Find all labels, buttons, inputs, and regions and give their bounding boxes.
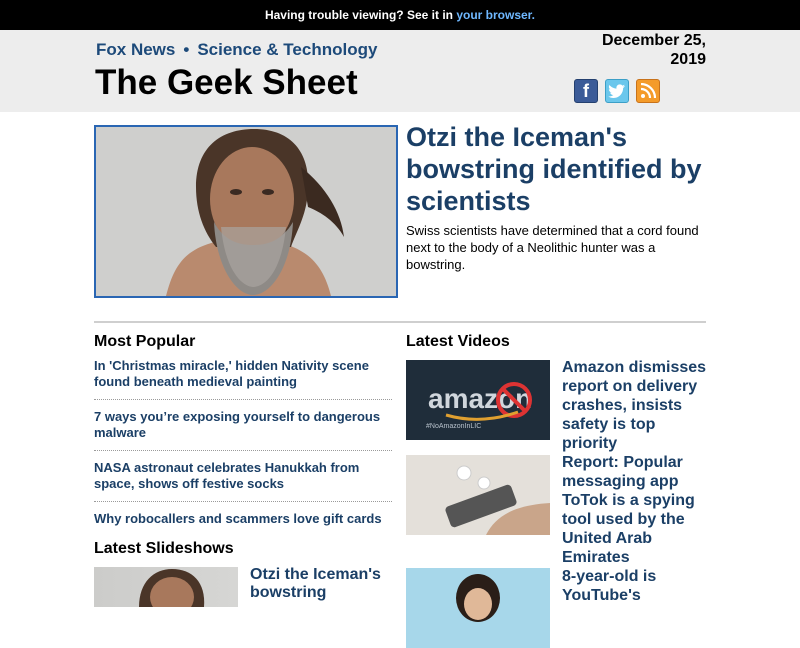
newsletter-title: The Geek Sheet bbox=[95, 63, 358, 102]
video-thumbnail[interactable]: amazon #NoAmazonInLIC bbox=[406, 360, 550, 440]
video-thumbnail[interactable] bbox=[406, 455, 550, 535]
video-title[interactable]: Report: Popular messaging app ToTok is a… bbox=[562, 453, 708, 567]
video-title[interactable]: 8-year-old is YouTube's bbox=[562, 567, 708, 605]
social-links: f bbox=[574, 79, 660, 103]
twitter-icon[interactable] bbox=[605, 79, 629, 103]
video-title[interactable]: Amazon dismisses report on delivery cras… bbox=[562, 358, 708, 453]
hero-description: Swiss scientists have determined that a … bbox=[406, 223, 699, 272]
issue-date: December 25, 2019 bbox=[546, 31, 706, 69]
latest-videos-heading: Latest Videos bbox=[406, 333, 510, 350]
thumb-hashtag: #NoAmazonInLIC bbox=[426, 423, 481, 430]
brand-separator: • bbox=[183, 40, 190, 59]
hero-headline[interactable]: Otzi the Iceman's bowstring identified b… bbox=[406, 121, 706, 217]
header: Fox News • Science & Technology The Geek S… bbox=[0, 30, 800, 112]
date-line-2: 2019 bbox=[670, 51, 706, 68]
amazon-video-image: amazon #NoAmazonInLIC bbox=[406, 360, 550, 440]
iceman-portrait bbox=[96, 127, 396, 296]
most-popular-list: In 'Christmas miracle,' hidden Nativity … bbox=[94, 358, 392, 561]
notice-text: Having trouble viewing? See it in bbox=[264, 8, 457, 22]
top-notice-bar: Having trouble viewing? See it in your b… bbox=[0, 0, 800, 30]
facebook-icon[interactable]: f bbox=[574, 79, 598, 103]
rss-icon[interactable] bbox=[636, 79, 660, 103]
slideshow-title[interactable]: Otzi the Iceman's bowstring bbox=[250, 566, 400, 602]
science-technology-link[interactable]: Science & Technology bbox=[197, 40, 377, 59]
slideshow-thumbnail[interactable] bbox=[94, 567, 238, 607]
most-popular-heading: Most Popular bbox=[94, 333, 196, 350]
hero-image[interactable] bbox=[94, 125, 398, 298]
most-popular-item[interactable]: 7 ways you’re exposing yourself to dange… bbox=[94, 409, 392, 451]
latest-slideshows-heading: Latest Slideshows bbox=[94, 540, 234, 557]
fox-news-link[interactable]: Fox News bbox=[96, 40, 175, 59]
youtube-kid-video-image bbox=[406, 568, 550, 648]
brand-line: Fox News • Science & Technology bbox=[96, 40, 377, 60]
slideshow-image bbox=[139, 569, 205, 607]
section-divider bbox=[94, 321, 706, 323]
most-popular-item[interactable]: In 'Christmas miracle,' hidden Nativity … bbox=[94, 358, 392, 400]
video-thumbnail[interactable] bbox=[406, 568, 550, 648]
view-in-browser-link[interactable]: your browser. bbox=[456, 8, 535, 22]
date-line-1: December 25, bbox=[601, 32, 706, 49]
most-popular-item[interactable]: NASA astronaut celebrates Hanukkah from … bbox=[94, 460, 392, 502]
thumb-logo-text: amazon bbox=[428, 383, 532, 414]
messaging-video-image bbox=[406, 455, 550, 535]
